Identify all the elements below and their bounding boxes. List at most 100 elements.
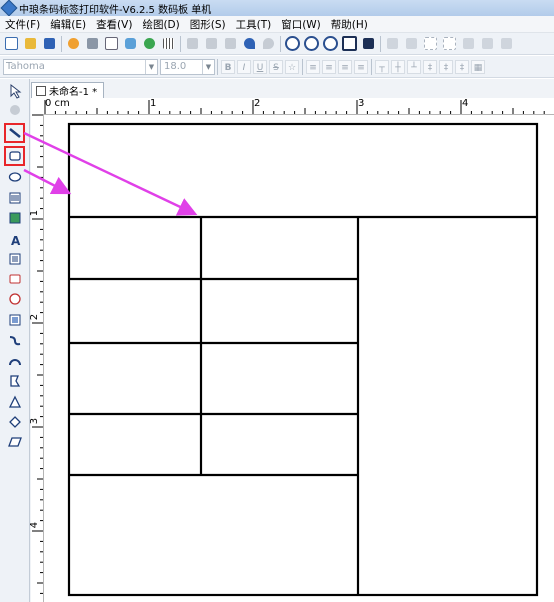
align-center-text-icon[interactable]: ≡ [322,59,336,74]
menu-help[interactable]: 帮助(H) [326,17,373,32]
data-source-icon[interactable] [141,35,158,52]
title-bar: 中琅条码标签打印软件-V6.2.5 数码板 单机 [0,0,554,17]
menu-window[interactable]: 窗口(W) [276,17,326,32]
document-tab[interactable]: 未命名-1 * [31,82,105,98]
document-icon [36,85,46,96]
new-document-icon[interactable] [3,35,20,52]
horizontal-ruler-ticks [44,100,545,114]
label-outer-border[interactable] [67,122,539,597]
menu-shape[interactable]: 图形(S) [185,17,231,32]
triangle-tool-icon[interactable] [6,393,23,410]
horizontal-ruler[interactable]: 0 cm 1 2 3 4 [44,98,554,115]
line-tool-icon[interactable] [4,123,25,143]
zoom-in-icon[interactable] [284,35,301,52]
data-tool-icon[interactable] [6,270,23,287]
document-tab-title: 未命名-1 * [49,87,98,98]
bold-button[interactable]: B [221,59,235,74]
lock-icon[interactable] [460,35,477,52]
vruler-label-3: 3 [29,417,41,425]
print-icon[interactable] [84,35,101,52]
menu-tools[interactable]: 工具(T) [231,17,277,32]
font-name-select[interactable]: Tahoma ▼ [3,58,158,75]
menu-view[interactable]: 查看(V) [91,17,137,32]
ungroup-icon[interactable] [441,35,458,52]
layer-icon[interactable] [479,35,496,52]
ruler-corner [31,98,45,115]
rectangle-tool-icon[interactable] [4,146,25,166]
toolbar-separator [302,58,303,75]
main-toolbar [0,33,554,55]
window-title: 中琅条码标签打印软件-V6.2.5 数码板 单机 [19,4,212,16]
vruler-label-2: 2 [29,313,41,321]
settings-icon[interactable] [65,35,82,52]
grid-tool-icon[interactable] [6,311,23,328]
distribute-icon[interactable] [498,35,515,52]
valign-middle-icon[interactable]: ┼ [391,59,405,74]
open-folder-icon[interactable] [22,35,39,52]
group-icon[interactable] [422,35,439,52]
ruler-label-0: 0 cm [45,98,70,109]
grid-icon[interactable] [160,35,177,52]
text-effect-icon[interactable]: ☆ [285,59,299,74]
align-left-text-icon[interactable]: ≡ [306,59,320,74]
save-icon[interactable] [41,35,58,52]
text-tool-icon[interactable]: A [6,231,23,248]
justify-text-icon[interactable]: ≡ [354,59,368,74]
print-preview-icon[interactable] [103,35,120,52]
text-direction-icon[interactable]: ‡ [423,59,437,74]
chevron-down-icon: ▼ [202,59,214,74]
copy-icon[interactable] [203,35,220,52]
label-design-svg [67,122,539,597]
font-size-value: 18.0 [164,60,187,72]
valign-top-icon[interactable]: ┬ [375,59,389,74]
spacing-icon[interactable]: ‡ [439,59,453,74]
menu-file[interactable]: 文件(F) [0,17,45,32]
barcode-tool-icon[interactable] [6,189,23,206]
undo-icon[interactable] [241,35,258,52]
valign-bottom-icon[interactable]: ┴ [407,59,421,74]
ruler-label-4: 4 [462,98,469,109]
redo-icon[interactable] [260,35,277,52]
svg-text:A: A [11,234,21,248]
align-right-text-icon[interactable]: ≡ [338,59,352,74]
image-tool-icon[interactable] [6,209,23,226]
database-icon[interactable] [122,35,139,52]
italic-button[interactable]: I [237,59,251,74]
zoom-out-icon[interactable] [303,35,320,52]
align-left-icon[interactable] [384,35,401,52]
label-canvas[interactable] [44,115,554,602]
diamond-tool-icon[interactable] [6,413,23,430]
arc-tool-icon[interactable] [6,352,23,369]
vertical-ruler[interactable]: 1 2 3 4 [29,114,44,602]
shape-tool-icon[interactable] [6,290,23,307]
underline-button[interactable]: U [253,59,267,74]
ellipse-tool-icon[interactable] [6,168,23,185]
zoom-page-icon[interactable] [360,35,377,52]
menu-bar: 文件(F) 编辑(E) 查看(V) 绘图(D) 图形(S) 工具(T) 窗口(W… [0,16,554,33]
vertical-ruler-ticks [32,114,43,594]
ruler-label-3: 3 [358,98,365,109]
zoom-window-icon[interactable] [341,35,358,52]
menu-draw[interactable]: 绘图(D) [137,17,184,32]
cut-icon[interactable] [184,35,201,52]
select-arrow-icon[interactable] [6,82,23,99]
paste-icon[interactable] [222,35,239,52]
hand-pan-icon[interactable] [6,101,23,118]
rich-text-tool-icon[interactable] [6,250,23,267]
wrap-icon[interactable]: ‡ [455,59,469,74]
toolbar-separator [280,35,281,52]
ruler-label-2: 2 [254,98,261,109]
strikethrough-button[interactable]: S [269,59,283,74]
curve-tool-icon[interactable] [6,331,23,348]
font-size-select[interactable]: 18.0 ▼ [160,58,215,75]
more-format-icon[interactable]: ▦ [471,59,485,74]
ruler-label-1: 1 [150,98,157,109]
align-right-icon[interactable] [403,35,420,52]
format-toolbar: Tahoma ▼ 18.0 ▼ B I U S ☆ ≡ ≡ ≡ ≡ ┬ ┼ ┴ … [0,56,554,78]
polygon-tool-icon[interactable] [6,372,23,389]
menu-edit[interactable]: 编辑(E) [45,17,91,32]
chevron-down-icon: ▼ [145,59,157,74]
zoom-fit-icon[interactable] [322,35,339,52]
toolbar-separator [380,35,381,52]
parallelogram-tool-icon[interactable] [6,433,23,450]
